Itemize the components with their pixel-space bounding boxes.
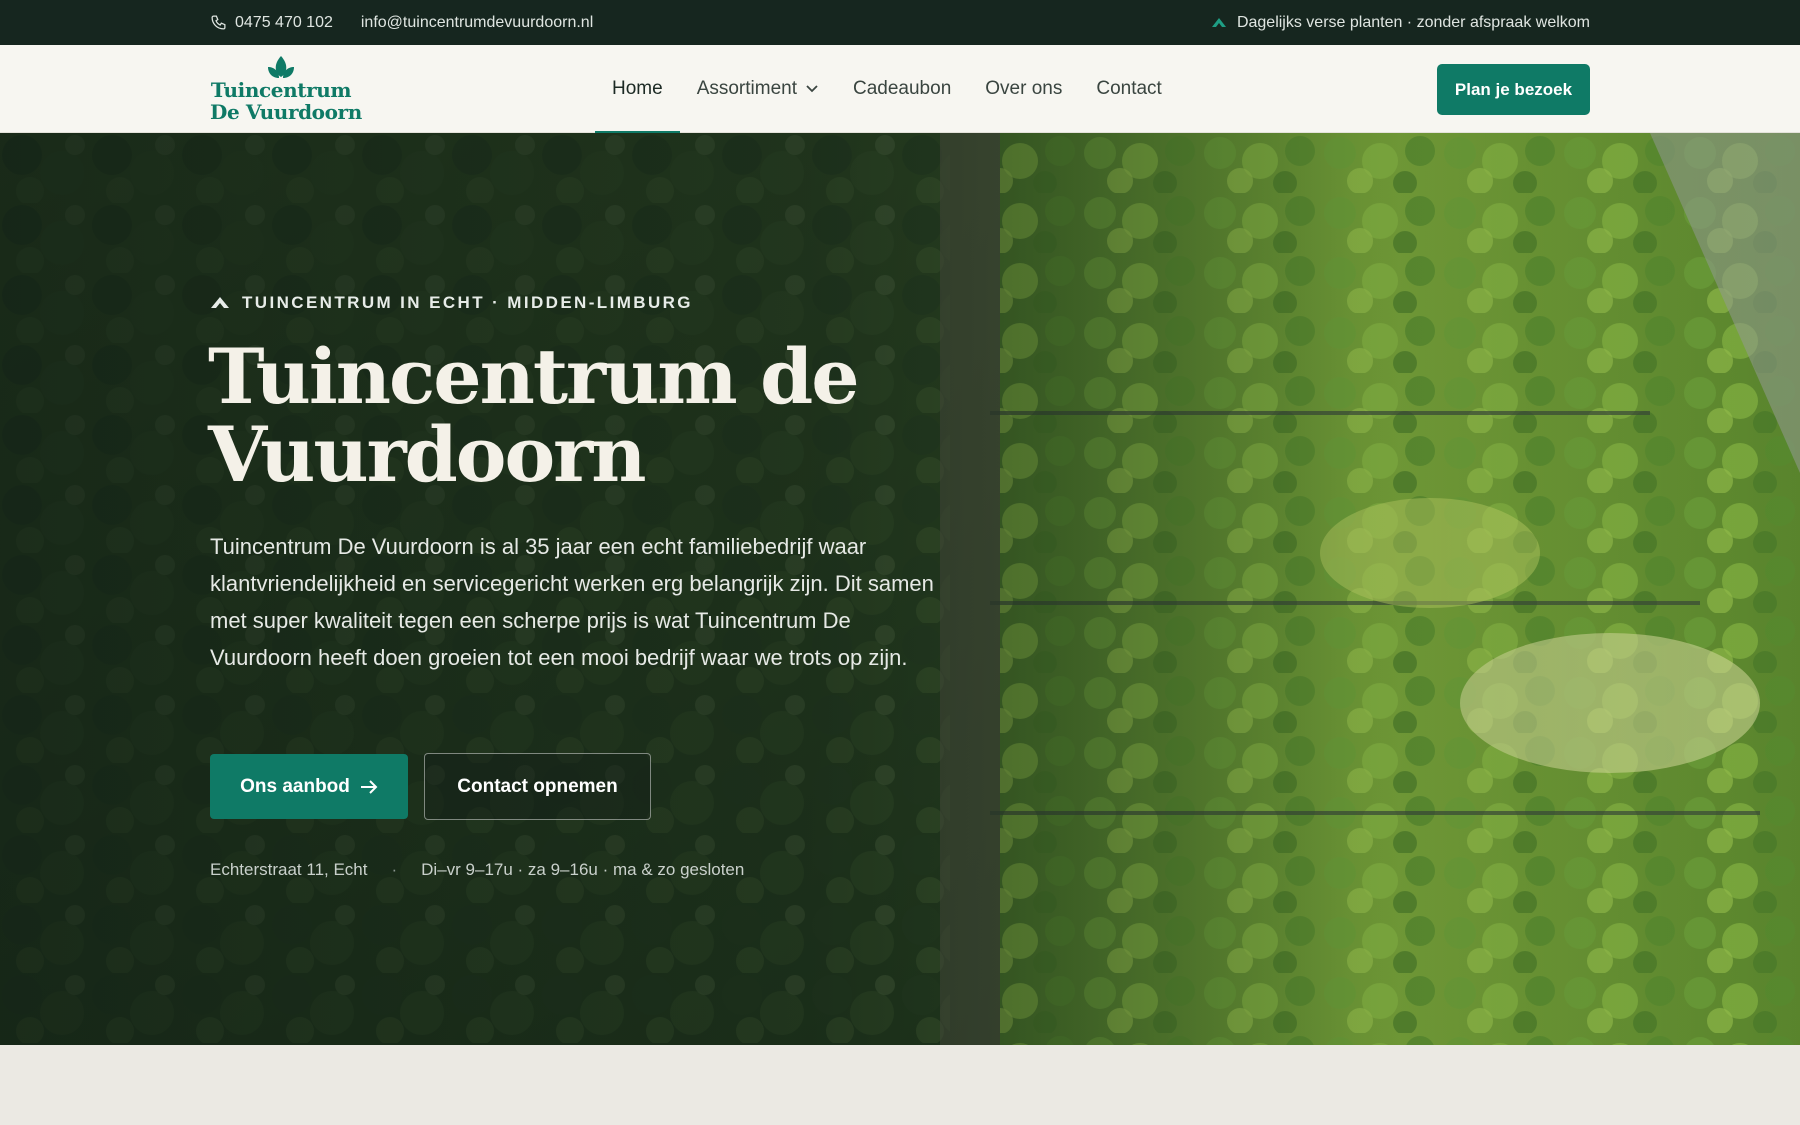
chevron-down-icon [805, 84, 819, 94]
nav-label: Cadeaubon [853, 78, 952, 99]
site-header: Tuincentrum De Vuurdoorn Home Assortimen… [0, 45, 1800, 134]
leaf-icon [210, 296, 230, 310]
logo-line-2: De Vuurdoorn [210, 100, 362, 124]
nav-item-assortiment[interactable]: Assortiment [680, 45, 836, 133]
tagline: Dagelijks verse planten · zonder afspraa… [1211, 0, 1590, 45]
meta-separator: · [391, 860, 398, 879]
top-bar: 0475 470 102 info@tuincentrumdevuurdoorn… [0, 0, 1800, 45]
hero-meta: Echterstraat 11, Echt · Di–vr 9–17u · za… [210, 860, 744, 880]
nav-label: Over ons [985, 78, 1063, 99]
phone-link[interactable]: 0475 470 102 [235, 14, 333, 32]
nav-item-home[interactable]: Home [595, 45, 680, 134]
nav-item-cadeaubon[interactable]: Cadeaubon [836, 45, 968, 133]
hero-eyebrow: TUINCENTRUM IN ECHT · MIDDEN-LIMBURG [210, 293, 693, 313]
ons-aanbod-button[interactable]: Ons aanbod [210, 754, 408, 819]
nav-item-contact[interactable]: Contact [1079, 45, 1178, 133]
opening-hours: Di–vr 9–17u · za 9–16u · ma & zo geslote… [421, 860, 745, 879]
hero: TUINCENTRUM IN ECHT · MIDDEN-LIMBURG Tui… [0, 133, 1800, 1045]
hero-title: Tuincentrum de Vuurdoorn [208, 332, 860, 499]
arrow-right-icon [360, 779, 378, 794]
leaf-icon [210, 53, 352, 79]
logo-line-1: Tuincentrum [210, 78, 352, 102]
plan-visit-button[interactable]: Plan je bezoek [1437, 64, 1590, 115]
main-nav: Home Assortiment Cadeaubon Over ons Cont… [595, 45, 1179, 134]
eyebrow-text: TUINCENTRUM IN ECHT · MIDDEN-LIMBURG [242, 293, 693, 312]
email-link[interactable]: info@tuincentrumdevuurdoorn.nl [361, 14, 593, 32]
nav-label: Home [612, 78, 663, 99]
logo[interactable]: Tuincentrum De Vuurdoorn [210, 53, 362, 127]
leaf-icon [1211, 17, 1227, 29]
nav-label: Contact [1096, 78, 1162, 99]
nav-item-over-ons[interactable]: Over ons [968, 45, 1079, 133]
contact-opnemen-button[interactable]: Contact opnemen [424, 753, 651, 820]
address: Echterstraat 11, Echt [210, 860, 368, 879]
phone-icon [210, 14, 227, 31]
next-section [0, 1045, 1800, 1125]
tagline-text: Dagelijks verse planten · zonder afspraa… [1236, 13, 1590, 31]
nav-label: Assortiment [696, 78, 797, 99]
contact-info: 0475 470 102 info@tuincentrumdevuurdoorn… [210, 0, 593, 45]
hero-lead: Tuincentrum De Vuurdoorn is al 35 jaar e… [210, 534, 934, 670]
button-label: Ons aanbod [240, 775, 350, 797]
